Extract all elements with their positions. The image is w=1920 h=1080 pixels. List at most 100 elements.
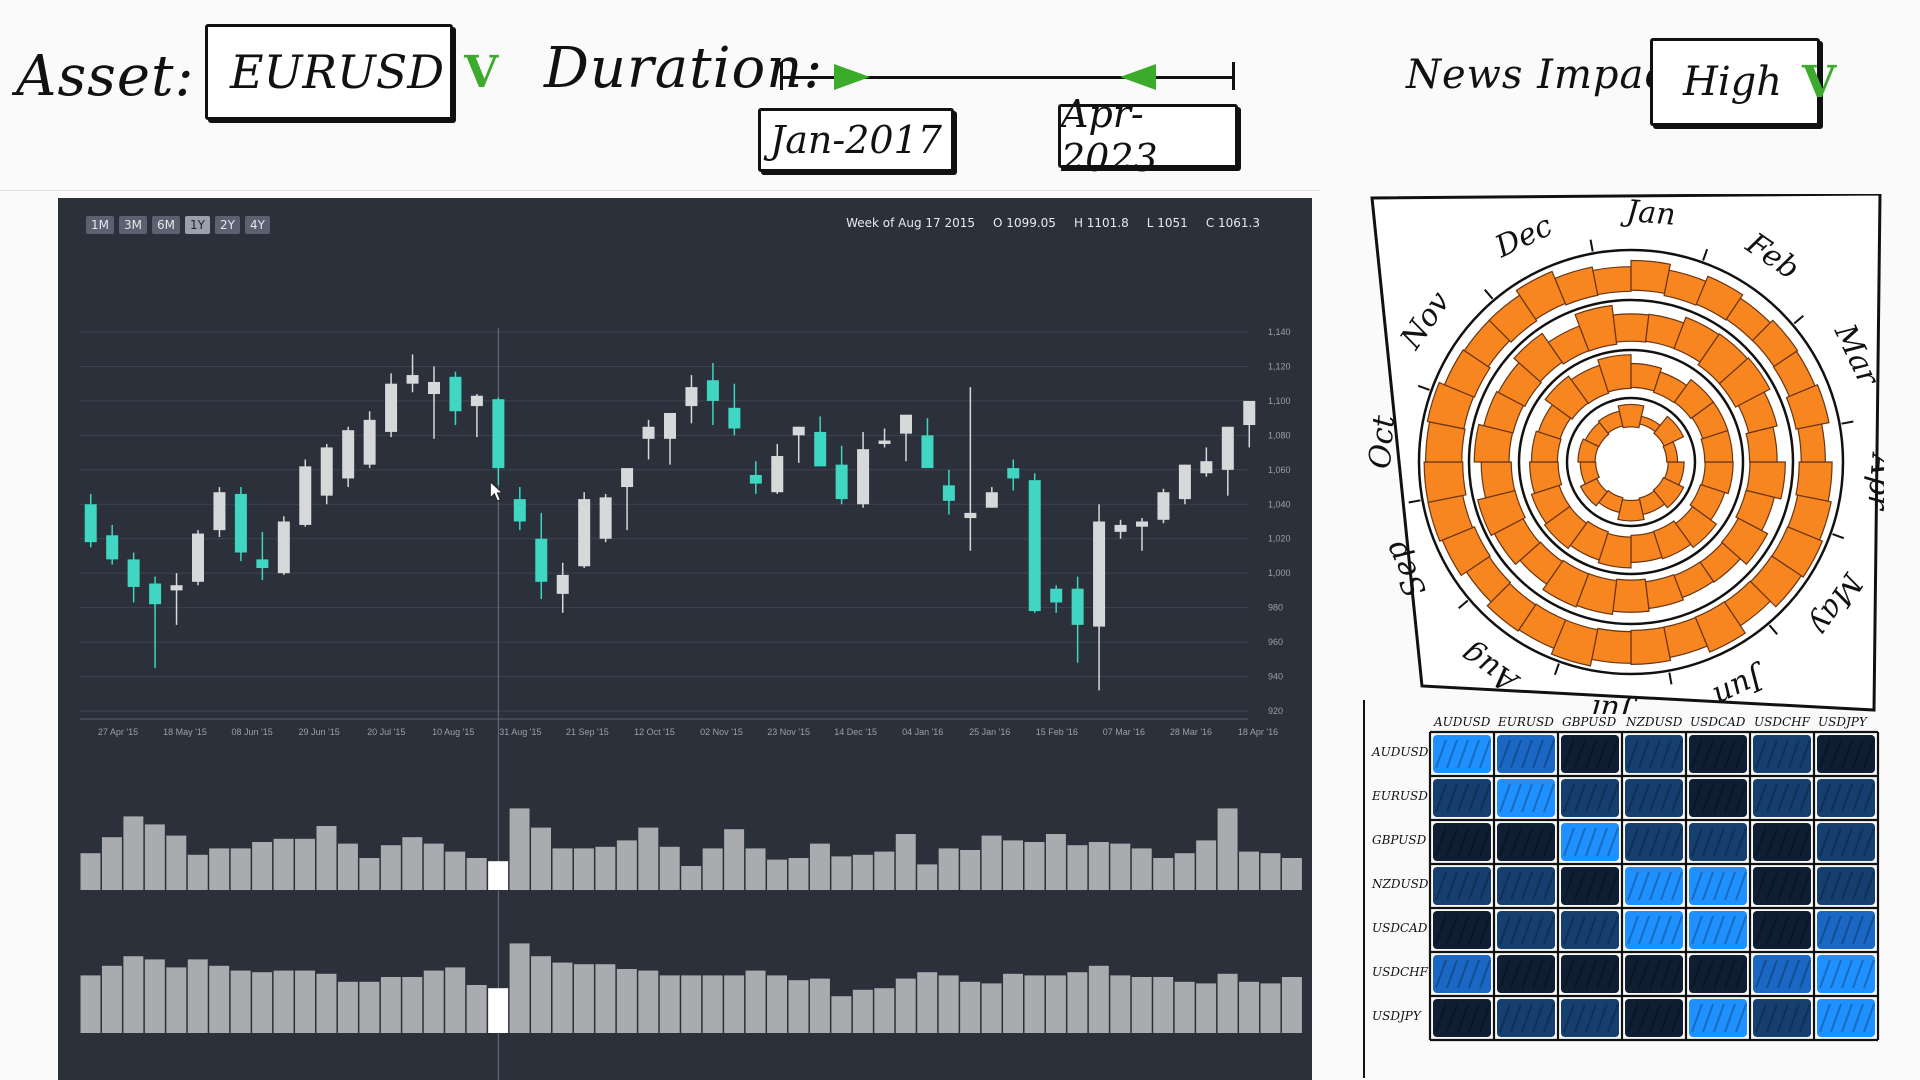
volume2-bar[interactable] <box>402 977 423 1033</box>
range-button-2y[interactable]: 2Y <box>214 216 240 234</box>
candle[interactable] <box>706 363 719 426</box>
volume2-bar[interactable] <box>1217 973 1238 1033</box>
volume2-bar[interactable] <box>595 964 616 1033</box>
volume-bar[interactable] <box>359 858 380 890</box>
candle[interactable] <box>1221 426 1234 496</box>
volume2-bar[interactable] <box>1196 983 1217 1033</box>
volume-bar[interactable] <box>252 842 273 890</box>
candle[interactable] <box>642 419 655 460</box>
volume-bar[interactable] <box>1131 848 1152 890</box>
volume2-bar[interactable] <box>1003 973 1023 1033</box>
candle[interactable] <box>599 493 612 543</box>
volume2-bar[interactable] <box>1024 975 1045 1033</box>
volume-bar[interactable] <box>166 835 187 890</box>
volume-bar[interactable] <box>123 816 144 890</box>
candle[interactable] <box>771 443 784 494</box>
asset-select[interactable]: EURUSD V <box>205 24 498 120</box>
candle[interactable] <box>1136 518 1148 551</box>
volume-bar[interactable] <box>531 827 551 890</box>
volume2-bar[interactable] <box>767 975 787 1033</box>
volume-bar[interactable] <box>273 838 294 890</box>
volume2-bar[interactable] <box>230 970 251 1033</box>
volume2-bar[interactable] <box>423 970 444 1033</box>
candle[interactable] <box>342 426 355 488</box>
volume-bar[interactable] <box>573 848 594 890</box>
volume2-bar[interactable] <box>917 972 938 1033</box>
volume2-bar[interactable] <box>1110 975 1131 1033</box>
volume-bar[interactable] <box>852 854 873 890</box>
candle[interactable] <box>985 487 998 508</box>
volume2-bar[interactable] <box>466 985 487 1033</box>
range-button-3m[interactable]: 3M <box>119 216 147 234</box>
volume-bar[interactable] <box>295 838 315 890</box>
candle[interactable] <box>170 573 183 625</box>
volume2-bar[interactable] <box>1045 975 1066 1033</box>
candle[interactable] <box>964 387 977 551</box>
volume2-bar[interactable] <box>616 969 637 1033</box>
candle[interactable] <box>578 492 591 569</box>
volume-bar[interactable] <box>917 864 938 890</box>
volume2-bar[interactable] <box>745 970 766 1033</box>
candle[interactable] <box>1178 464 1191 505</box>
volume-bar[interactable] <box>144 824 165 890</box>
candle[interactable] <box>878 428 891 448</box>
volume2-bar[interactable] <box>531 956 551 1033</box>
volume2-bar[interactable] <box>573 964 594 1033</box>
volume-bar[interactable] <box>788 858 809 890</box>
candle[interactable] <box>1028 473 1041 613</box>
correlation-heatmap[interactable]: AUDUSD AUDUSD EURUSD EURUSD GBPUSD GBPUSD NZDU… <box>1362 700 1890 1078</box>
volume-bar[interactable] <box>895 834 916 890</box>
volume-bar[interactable] <box>1045 834 1066 890</box>
candle[interactable] <box>556 562 569 613</box>
candle[interactable] <box>513 487 526 531</box>
volume-bar[interactable] <box>1196 840 1217 890</box>
volume2-bar[interactable] <box>337 981 358 1033</box>
volume2-bar[interactable] <box>187 959 208 1033</box>
candle[interactable] <box>363 411 376 469</box>
candle[interactable] <box>385 373 398 438</box>
candle[interactable] <box>749 461 762 494</box>
range-button-1y[interactable]: 1Y <box>185 216 210 234</box>
volume2-bar[interactable] <box>252 972 273 1033</box>
candle[interactable] <box>857 431 870 508</box>
volume-bar[interactable] <box>1174 853 1195 890</box>
candle[interactable] <box>921 418 934 469</box>
volume-bar[interactable] <box>981 835 1002 890</box>
candle[interactable] <box>535 512 548 600</box>
candle[interactable] <box>84 493 97 548</box>
volume-bar[interactable] <box>809 843 830 890</box>
volume2-bar[interactable] <box>123 956 144 1033</box>
volume-bar[interactable] <box>1239 851 1259 890</box>
volume-bar[interactable] <box>1003 840 1023 890</box>
volume-bar[interactable] <box>638 827 659 890</box>
volume-bar[interactable] <box>466 858 487 890</box>
candle[interactable] <box>428 366 440 439</box>
volume2-bar[interactable] <box>659 975 680 1033</box>
volume2-bar[interactable] <box>788 980 809 1033</box>
news-radial-chart[interactable]: JanFebMarAprMayJunJulAugSepOctNovDec <box>1368 194 1884 714</box>
news-impact-select[interactable]: High V <box>1650 38 1836 126</box>
volume-bar[interactable] <box>1088 842 1109 890</box>
volume2-bar[interactable] <box>273 970 294 1033</box>
candle[interactable] <box>299 459 312 527</box>
volume2-bar[interactable] <box>144 959 165 1033</box>
volume-bar[interactable] <box>1281 858 1302 890</box>
volume2-bar[interactable] <box>809 978 830 1033</box>
volume2-bar[interactable] <box>638 970 659 1033</box>
volume2-bar[interactable] <box>80 975 101 1033</box>
volume-bar[interactable] <box>402 837 423 890</box>
volume-bar[interactable] <box>488 861 509 890</box>
volume-bar[interactable] <box>767 859 787 890</box>
volume2-bar[interactable] <box>166 967 187 1033</box>
volume-bar[interactable] <box>423 843 444 890</box>
volume2-bar[interactable] <box>1131 977 1152 1033</box>
candle[interactable] <box>234 487 247 562</box>
volume2-bar[interactable] <box>209 965 230 1033</box>
volume-bar[interactable] <box>1067 845 1088 890</box>
volume-bar[interactable] <box>509 808 530 890</box>
volume2-bar[interactable] <box>852 989 873 1033</box>
volume2-bar[interactable] <box>1260 983 1281 1033</box>
volume2-bar[interactable] <box>295 970 315 1033</box>
range-button-1m[interactable]: 1M <box>86 216 114 234</box>
candle[interactable] <box>492 397 505 486</box>
